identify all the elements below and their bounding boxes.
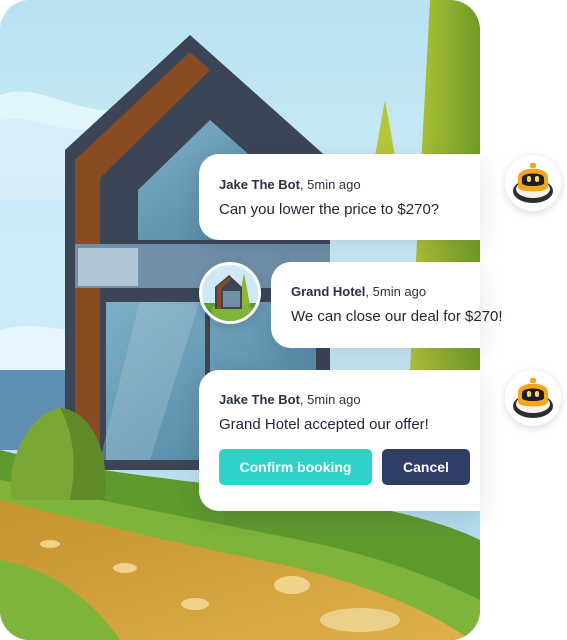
confirm-booking-button[interactable]: Confirm booking — [219, 449, 372, 485]
message-meta: Jake The Bot, 5min ago — [219, 392, 480, 408]
chat-message-hotel-reply: Grand Hotel, 5min ago We can close our d… — [271, 262, 503, 348]
robot-avatar — [505, 370, 561, 426]
message-meta: Grand Hotel, 5min ago — [291, 284, 480, 300]
message-actions: Confirm booking Cancel — [219, 449, 470, 485]
message-meta: Jake The Bot, 5min ago — [219, 177, 480, 193]
robot-avatar — [505, 155, 561, 211]
message-time: , 5min ago — [299, 392, 361, 407]
house-icon — [202, 265, 258, 321]
path-stone — [40, 540, 60, 548]
booking-chat-showcase: Jake The Bot, 5min ago Can you lower the… — [0, 0, 567, 640]
message-time: , 5min ago — [299, 177, 361, 192]
message-author: Grand Hotel — [291, 284, 366, 299]
robot-icon — [505, 370, 561, 426]
path-stone — [274, 576, 310, 594]
path-stone — [181, 598, 209, 610]
chat-message-bot-confirmation: Jake The Bot, 5min ago Grand Hotel accep… — [199, 370, 480, 511]
path-stone — [113, 563, 137, 573]
chat-message-bot-request: Jake The Bot, 5min ago Can you lower the… — [199, 154, 480, 240]
message-author: Jake The Bot — [219, 177, 300, 192]
robot-icon — [505, 155, 561, 211]
message-text: Grand Hotel accepted our offer! — [219, 416, 429, 433]
glass-reflection — [78, 248, 138, 286]
hotel-avatar — [199, 262, 261, 324]
message-text: We can close our deal for $270! — [291, 308, 503, 325]
message-time: , 5min ago — [365, 284, 427, 299]
message-text: Can you lower the price to $270? — [219, 201, 440, 218]
path-stone — [320, 608, 400, 632]
cancel-button[interactable]: Cancel — [382, 449, 470, 485]
message-author: Jake The Bot — [219, 392, 300, 407]
